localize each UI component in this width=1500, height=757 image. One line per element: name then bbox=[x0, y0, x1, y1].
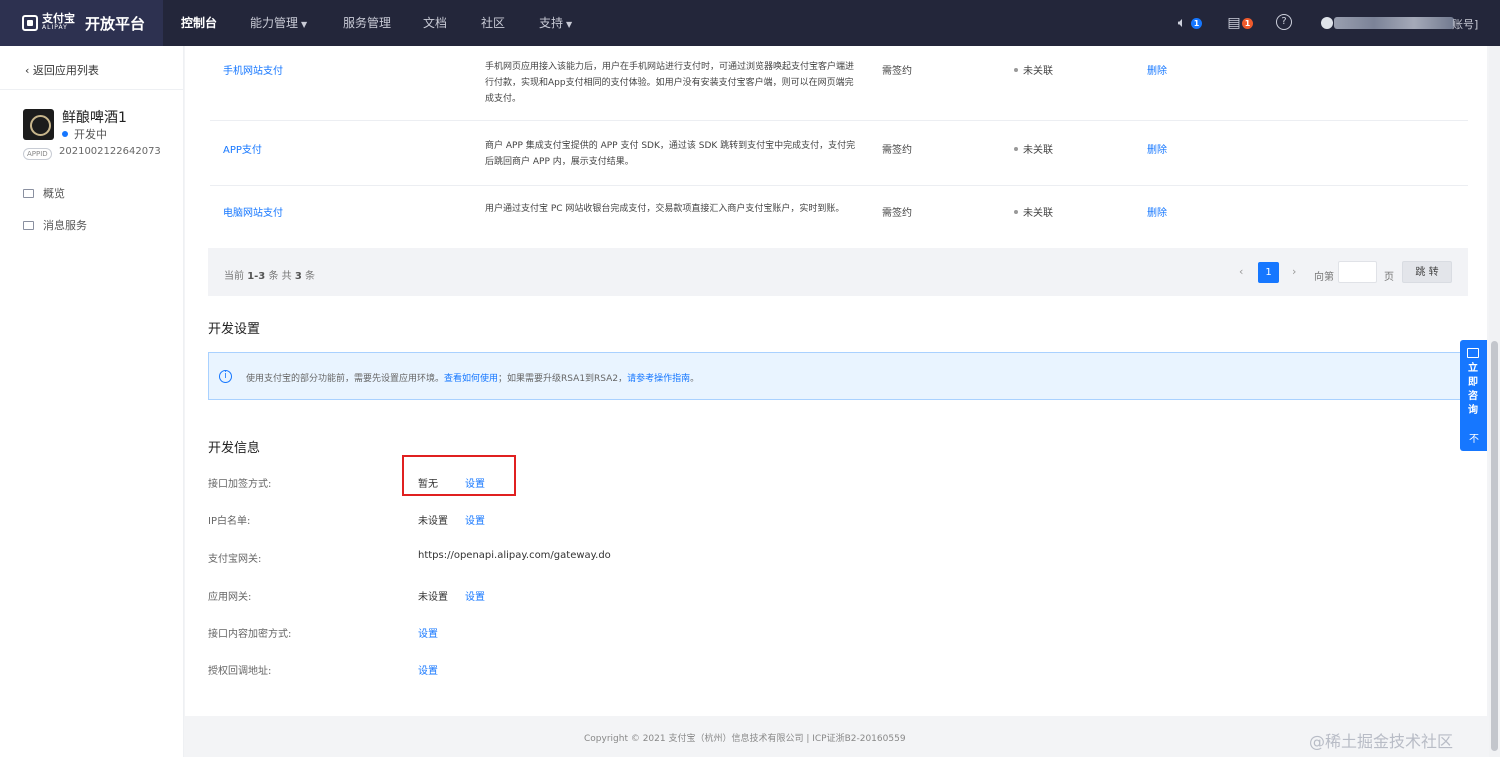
chat-icon bbox=[1467, 348, 1479, 358]
app-logo bbox=[23, 109, 54, 140]
chevron-down-icon: ▼ bbox=[301, 20, 308, 29]
appid-tag: APPID bbox=[23, 148, 52, 160]
brand-text: 支付宝 ALIPAY bbox=[42, 12, 75, 32]
ability-name-link[interactable]: APP支付 bbox=[223, 141, 262, 156]
app-name: 鲜酿啤酒1 bbox=[62, 110, 127, 126]
ability-name-link[interactable]: 电脑网站支付 bbox=[223, 204, 283, 219]
nav-docs[interactable]: 文档 bbox=[423, 0, 447, 46]
nav-community[interactable]: 社区 bbox=[481, 0, 505, 46]
divider bbox=[0, 89, 184, 90]
dev-settings-title: 开发设置 bbox=[208, 322, 261, 337]
content-encrypt-label: 接口内容加密方式: bbox=[208, 629, 292, 640]
help-icon-glyph: ? bbox=[1276, 14, 1292, 30]
ability-assoc: 未关联 bbox=[1014, 62, 1053, 77]
how-to-use-link[interactable]: 查看如何使用 bbox=[444, 374, 498, 384]
help-icon[interactable]: ? bbox=[1276, 14, 1294, 32]
info-icon: i bbox=[219, 370, 232, 383]
sidebar-item-message-service[interactable]: 消息服务 bbox=[23, 217, 87, 233]
back-to-app-list[interactable]: ‹ 返回应用列表 bbox=[25, 62, 99, 78]
brand-en: ALIPAY bbox=[42, 24, 68, 31]
nav-console[interactable]: 控制台 bbox=[181, 0, 217, 46]
overview-icon bbox=[23, 188, 34, 198]
next-page-button[interactable]: › bbox=[1292, 265, 1296, 278]
top-navigation-bar: 支付宝 ALIPAY 开放平台 控制台 能力管理 ▼ 服务管理 文档 社区 支持 ▼… bbox=[0, 0, 1500, 46]
copyright: Copyright © 2021 支付宝（杭州）信息技术有限公司 | ICP证浙… bbox=[584, 734, 906, 744]
sidebar-item-overview[interactable]: 概览 bbox=[23, 185, 65, 201]
row-divider bbox=[210, 120, 1468, 121]
nav-service-management[interactable]: 服务管理 bbox=[343, 0, 391, 46]
ability-name-link[interactable]: 手机网站支付 bbox=[223, 62, 283, 77]
sidebar: ‹ 返回应用列表 鲜酿啤酒1 开发中 APPID 202100212264207… bbox=[0, 46, 184, 757]
alipay-gateway-label: 支付宝网关: bbox=[208, 554, 262, 565]
brand[interactable]: 支付宝 ALIPAY 开放平台 bbox=[0, 0, 163, 46]
dev-info-title: 开发信息 bbox=[208, 441, 261, 456]
chevron-left-icon: ‹ bbox=[25, 64, 33, 77]
ability-sign: 需签约 bbox=[882, 208, 912, 219]
account-name-blurred[interactable] bbox=[1334, 17, 1454, 29]
info-notice: i 使用支付宝的部分功能前，需要先设置应用环境。查看如何使用；如果需要升级RSA… bbox=[208, 352, 1466, 400]
ability-desc: 用户通过支付宝 PC 网站收银台完成支付，交易款项直接汇入商户支付宝账户，实时到… bbox=[485, 204, 845, 214]
ip-whitelist-value: 未设置 bbox=[418, 516, 448, 527]
alipay-gateway-value: https://openapi.alipay.com/gateway.do bbox=[418, 550, 611, 561]
status-dot-icon bbox=[62, 131, 68, 137]
ability-desc: 手机网页应用接入该能力后，用户在手机网站进行支付时，可通过浏览器唤起支付宝客户端… bbox=[485, 62, 855, 104]
chevron-down-icon: ▼ bbox=[566, 20, 573, 29]
avatar[interactable] bbox=[1321, 17, 1333, 29]
consult-button[interactable]: 立即咨询 不 bbox=[1460, 340, 1487, 451]
alipay-logo-icon bbox=[22, 15, 38, 31]
page-1-button[interactable]: 1 bbox=[1258, 262, 1279, 283]
ability-sign: 需签约 bbox=[882, 66, 912, 77]
account-suffix[interactable]: 账号] bbox=[1452, 16, 1478, 32]
consult-label: 立即咨询 bbox=[1468, 363, 1478, 416]
content-encrypt-set-link[interactable]: 设置 bbox=[418, 625, 438, 640]
nav-ability-management[interactable]: 能力管理 ▼ bbox=[250, 0, 307, 46]
pagination: 当前 1-3 条 共 3 条 ‹ 1 › 向第 页 跳 转 bbox=[208, 248, 1468, 296]
ability-sign: 需签约 bbox=[882, 145, 912, 156]
page-unit-label: 页 bbox=[1384, 272, 1394, 283]
main-content: 手机网站支付 手机网页应用接入该能力后，用户在手机网站进行支付时，可通过浏览器唤… bbox=[185, 46, 1487, 716]
brand-cn: 支付宝 bbox=[42, 12, 75, 25]
app-gateway-set-link[interactable]: 设置 bbox=[465, 588, 485, 603]
prev-page-button[interactable]: ‹ bbox=[1239, 265, 1243, 278]
delete-link[interactable]: 删除 bbox=[1147, 141, 1167, 156]
ip-whitelist-label: IP白名单: bbox=[208, 516, 251, 527]
pagination-info: 当前 1-3 条 共 3 条 bbox=[224, 271, 315, 282]
consult-close-button[interactable]: 不 bbox=[1469, 430, 1479, 445]
footer: Copyright © 2021 支付宝（杭州）信息技术有限公司 | ICP证浙… bbox=[185, 716, 1487, 757]
app-status: 开发中 bbox=[62, 126, 107, 142]
todo-badge: 1 bbox=[1242, 18, 1253, 29]
row-divider bbox=[210, 185, 1468, 186]
document-icon[interactable]: ▤ bbox=[1225, 14, 1243, 32]
ability-assoc: 未关联 bbox=[1014, 204, 1053, 219]
appid-value: 2021002122642073 bbox=[59, 146, 161, 157]
notice-text: 使用支付宝的部分功能前，需要先设置应用环境。查看如何使用；如果需要升级RSA1到… bbox=[246, 374, 700, 384]
delete-link[interactable]: 删除 bbox=[1147, 62, 1167, 77]
notify-badge: 1 bbox=[1191, 18, 1202, 29]
status-dot-icon bbox=[1014, 68, 1018, 72]
status-dot-icon bbox=[1014, 147, 1018, 151]
scrollbar-thumb[interactable] bbox=[1491, 341, 1498, 751]
highlight-box bbox=[402, 455, 516, 496]
status-dot-icon bbox=[1014, 210, 1018, 214]
app-gateway-value: 未设置 bbox=[418, 592, 448, 603]
page-number-input[interactable] bbox=[1338, 261, 1377, 283]
app-gateway-label: 应用网关: bbox=[208, 592, 252, 603]
goto-label: 向第 bbox=[1314, 272, 1334, 283]
ip-whitelist-set-link[interactable]: 设置 bbox=[465, 512, 485, 527]
jump-button[interactable]: 跳 转 bbox=[1402, 261, 1452, 283]
ability-assoc: 未关联 bbox=[1014, 141, 1053, 156]
auth-callback-set-link[interactable]: 设置 bbox=[418, 662, 438, 677]
brand-title: 开放平台 bbox=[85, 14, 146, 33]
speaker-icon[interactable]: 🔈︎ bbox=[1173, 14, 1191, 32]
message-icon bbox=[23, 220, 34, 230]
watermark: @稀土掘金技术社区 bbox=[1309, 732, 1454, 751]
auth-callback-label: 授权回调地址: bbox=[208, 666, 272, 677]
nav-support[interactable]: 支持 ▼ bbox=[539, 0, 572, 46]
delete-link[interactable]: 删除 bbox=[1147, 204, 1167, 219]
ability-desc: 商户 APP 集成支付宝提供的 APP 支付 SDK，通过该 SDK 跳转到支付… bbox=[485, 141, 856, 167]
sign-method-label: 接口加签方式: bbox=[208, 479, 272, 490]
guide-link[interactable]: 请参考操作指南 bbox=[627, 374, 690, 384]
